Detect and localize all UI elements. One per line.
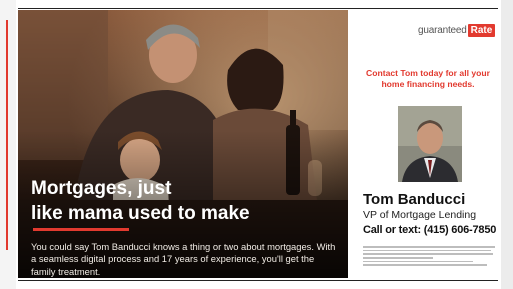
- agent-portrait: [398, 106, 462, 182]
- headline-line-2: like mama used to make: [31, 203, 250, 224]
- contact-cta: Contact Tom today for all your home fina…: [366, 68, 490, 89]
- fine-print-disclaimer: [363, 246, 495, 268]
- agent-name: Tom Banducci: [363, 191, 466, 208]
- ad-body-copy: You could say Tom Banducci knows a thing…: [31, 241, 336, 277]
- page-right-edge: [501, 0, 513, 289]
- page-left-edge: [0, 0, 16, 289]
- family-photo: [18, 10, 348, 278]
- top-rule: [18, 8, 498, 9]
- mortgage-advertisement[interactable]: Mortgages, just like mama used to make Y…: [18, 10, 498, 278]
- headline: Mortgages, just like mama used to make: [31, 176, 341, 226]
- headline-line-1: Mortgages, just: [31, 178, 172, 199]
- agent-phone[interactable]: Call or text: (415) 606-7850: [363, 224, 496, 236]
- bottom-rule: [18, 280, 498, 281]
- logo-rate-box: Rate: [467, 23, 496, 37]
- headline-accent-rule: [33, 228, 129, 231]
- logo-wordmark: guaranteed: [418, 24, 467, 36]
- edge-accent-line: [6, 20, 8, 250]
- agent-title: VP of Mortgage Lending: [363, 209, 477, 221]
- guaranteed-rate-logo: guaranteed Rate: [418, 23, 496, 37]
